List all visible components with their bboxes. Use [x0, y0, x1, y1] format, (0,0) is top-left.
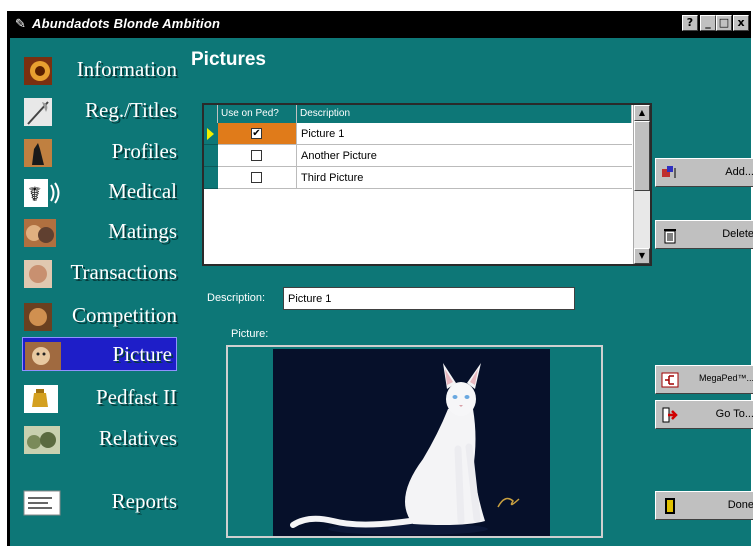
title-bar[interactable]: ✎ Abundadots Blonde Ambition ? _ □ x [10, 11, 751, 38]
description-cell[interactable]: Picture 1 [297, 123, 632, 145]
nav-item-matings[interactable]: Matings [22, 215, 177, 249]
add-button-label: Add... [725, 166, 753, 178]
description-field[interactable]: Picture 1 [283, 287, 575, 310]
delete-button-label: Delete [722, 228, 753, 240]
megaped-button[interactable]: MegaPed™... [655, 365, 753, 394]
transactions-icon [24, 260, 52, 288]
use-on-ped-cell [218, 145, 297, 167]
use-on-ped-cell: ✔ [218, 123, 297, 145]
scroll-down-button[interactable]: ▼ [634, 248, 650, 264]
done-button[interactable]: Done [655, 491, 753, 520]
use-on-ped-checkbox[interactable]: ✔ [251, 128, 262, 139]
exit-door-icon [665, 498, 675, 514]
nav-label: Matings [108, 219, 177, 243]
nav-item-reg-titles[interactable]: Reg./Titles [22, 94, 177, 128]
goto-button-label: Go To... [715, 408, 753, 420]
nav-item-picture[interactable]: Picture [22, 337, 177, 371]
nav-item-profiles[interactable]: Profiles [22, 135, 177, 169]
pedfast-icon [24, 385, 58, 413]
column-header-use-on-ped[interactable]: Use on Ped? [218, 105, 297, 123]
current-row-arrow-icon [207, 128, 214, 140]
nav-item-relatives[interactable]: Relatives [22, 422, 177, 456]
nav-item-information[interactable]: Information [22, 53, 177, 87]
grid-scrollbar[interactable]: ▲ ▼ [633, 105, 650, 264]
delete-button[interactable]: Delete [655, 220, 753, 249]
maximize-button[interactable]: □ [716, 15, 732, 31]
done-button-label: Done [727, 499, 753, 511]
cat-photo [273, 349, 550, 536]
description-cell[interactable]: Another Picture [297, 145, 632, 167]
information-icon [24, 57, 52, 85]
table-row[interactable]: ✔ Picture 1 [204, 123, 632, 145]
use-on-ped-checkbox[interactable] [251, 150, 262, 161]
competition-icon [24, 303, 52, 331]
nav-item-medical[interactable]: ☤ Medical [22, 175, 177, 209]
description-cell[interactable]: Third Picture [297, 167, 632, 189]
cat-photo-icon [25, 342, 61, 370]
app-window: ✎ Abundadots Blonde Ambition ? _ □ x Inf… [7, 11, 753, 546]
minimize-button[interactable]: _ [700, 15, 716, 31]
nav-label: Medical [108, 179, 177, 203]
cat-profile-icon [24, 139, 52, 167]
nav-label: Profiles [111, 139, 177, 163]
cats-mating-icon [24, 219, 56, 247]
table-row[interactable]: Another Picture [204, 145, 632, 167]
trash-can-icon [664, 229, 676, 244]
nav-label: Relatives [98, 426, 177, 450]
nav-label: Picture [112, 342, 172, 366]
description-label: Description: [207, 292, 266, 304]
nav-item-transactions[interactable]: Transactions [22, 256, 177, 290]
goto-arrow-icon [662, 407, 678, 423]
scroll-thumb[interactable] [634, 121, 650, 191]
white-cat-image [273, 349, 550, 536]
nav-label: Information [76, 57, 177, 81]
window-title: Abundadots Blonde Ambition [32, 16, 221, 31]
reports-icon [23, 490, 61, 516]
pictures-grid[interactable]: Use on Ped? Description ✔ Picture 1 Anot… [202, 103, 652, 266]
column-header-description[interactable]: Description [297, 105, 632, 123]
table-row[interactable]: Third Picture [204, 167, 632, 189]
megaped-button-label: MegaPed™... [698, 373, 753, 383]
goto-button[interactable]: Go To... [655, 400, 753, 429]
column-header-indicator [204, 105, 218, 123]
app-icon[interactable]: ✎ [15, 16, 29, 32]
row-indicator[interactable] [204, 145, 218, 167]
relatives-icon [24, 426, 60, 454]
svg-text:☤: ☤ [28, 182, 41, 206]
pedigree-tree-icon [661, 372, 679, 388]
nav-label: Pedfast II [95, 385, 177, 409]
page-title: Pictures [191, 49, 266, 70]
quill-pen-icon [24, 98, 52, 126]
nav-label: Competition [72, 303, 177, 327]
add-picture-icon [662, 166, 676, 178]
nav-item-competition[interactable]: Competition [22, 299, 177, 333]
help-button[interactable]: ? [682, 15, 698, 31]
nav-label: Transactions [70, 260, 177, 284]
picture-frame[interactable] [226, 345, 603, 538]
add-button[interactable]: Add... [655, 158, 753, 187]
use-on-ped-cell [218, 167, 297, 189]
picture-label: Picture: [231, 328, 269, 340]
row-indicator[interactable] [204, 123, 218, 145]
nav-label: Reg./Titles [85, 98, 177, 122]
use-on-ped-checkbox[interactable] [251, 172, 262, 183]
scroll-up-button[interactable]: ▲ [634, 105, 650, 121]
close-button[interactable]: x [733, 15, 749, 31]
row-indicator[interactable] [204, 167, 218, 189]
medical-symbol-icon: ☤ [24, 179, 60, 207]
nav-label: Reports [111, 489, 177, 513]
nav-item-pedfast[interactable]: Pedfast II [22, 381, 177, 415]
nav-item-reports[interactable]: Reports [22, 485, 177, 519]
